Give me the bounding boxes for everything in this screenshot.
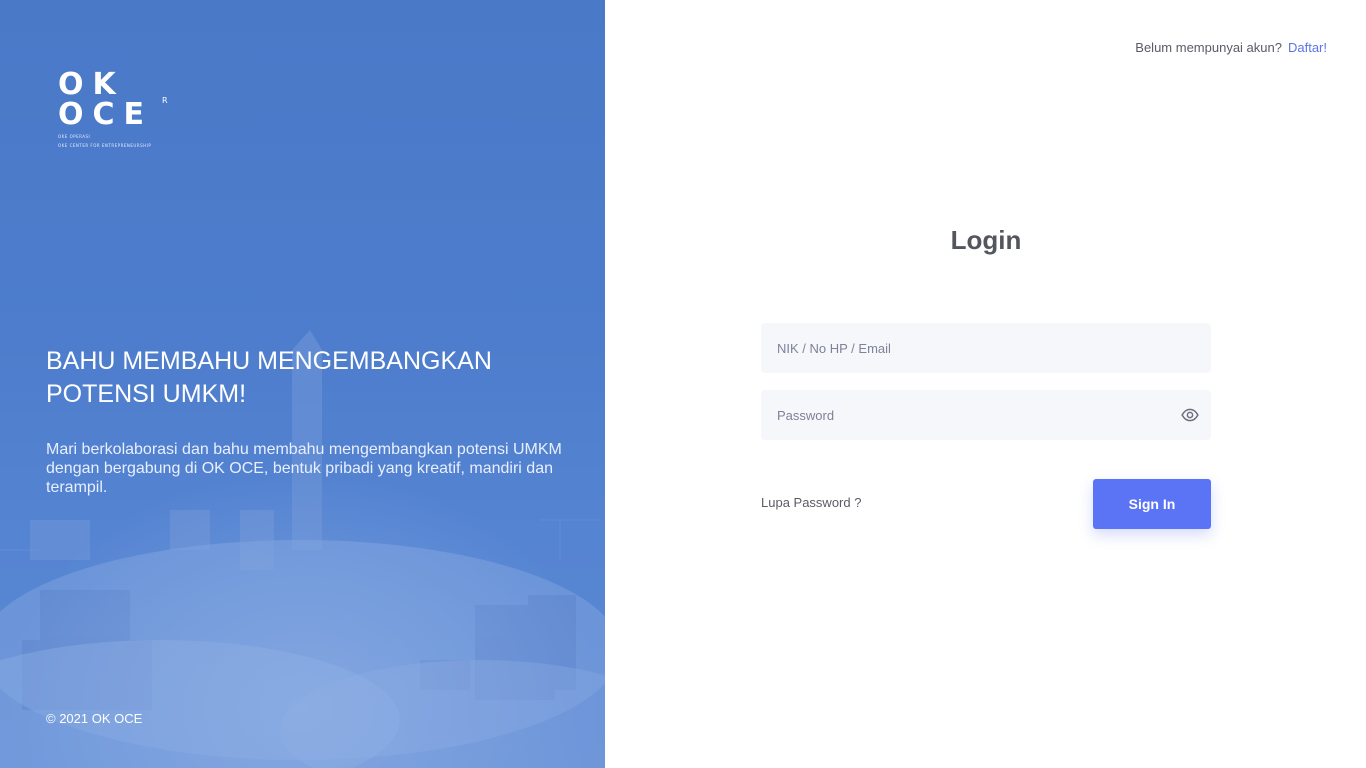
logo-text-ok: OK (58, 67, 125, 102)
hero-title: BAHU MEMBAHU MENGEMBANGKAN POTENSI UMKM! (46, 347, 492, 408)
forgot-password-link[interactable]: Lupa Password ? (761, 495, 861, 510)
logo-subtitle-1: OKE OPERASI (58, 134, 91, 139)
signup-prompt: Belum mempunyai akun? Daftar! (1135, 40, 1327, 55)
copyright-text: © 2021 OK OCE (46, 711, 143, 726)
eye-icon[interactable] (1181, 406, 1199, 424)
login-title: Login (950, 225, 1022, 255)
identifier-field[interactable] (761, 323, 1211, 373)
okoce-logo: OK OCE R OKE OPERASI OKE CENTER FOR ENTR… (58, 70, 178, 150)
logo-subtitle-2: OKE CENTER FOR ENTREPRENEURSHIP (58, 143, 152, 148)
identifier-input[interactable] (761, 323, 1211, 373)
hero-description: Mari berkolaborasi dan bahu membahu meng… (46, 441, 562, 496)
password-input[interactable] (761, 390, 1211, 440)
signup-link[interactable]: Daftar! (1288, 40, 1327, 55)
logo-text-oce: OCE (58, 97, 154, 132)
signup-prompt-text: Belum mempunyai akun? (1135, 40, 1282, 55)
hero-panel: OK OCE R OKE OPERASI OKE CENTER FOR ENTR… (0, 0, 605, 768)
password-field[interactable] (761, 390, 1211, 440)
sign-in-button[interactable]: Sign In (1093, 479, 1211, 529)
logo-registered-mark: R (162, 96, 168, 105)
